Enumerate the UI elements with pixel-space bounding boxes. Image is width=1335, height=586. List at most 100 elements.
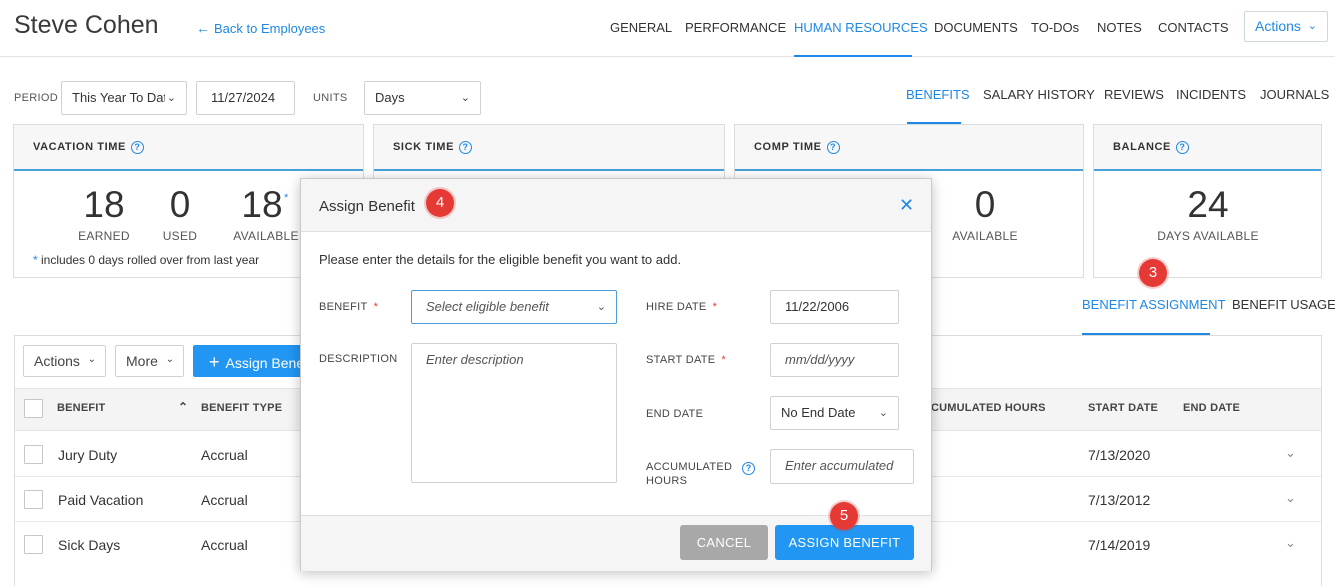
vacation-earned-value: 18 — [83, 184, 125, 225]
start-date-label-text: START DATE — [646, 354, 716, 366]
step-badge-5: 5 — [830, 502, 858, 530]
question-circle-icon[interactable]: ? — [1175, 141, 1189, 154]
chevron-down-icon: ⌄ — [596, 301, 606, 313]
benefit-field-label: BENEFIT * — [319, 301, 378, 313]
sort-asc-icon[interactable]: ⌃ — [178, 400, 188, 414]
description-textarea[interactable]: Enter description — [411, 343, 617, 483]
period-select[interactable]: This Year To Date ⌄ — [61, 81, 187, 115]
row-checkbox[interactable] — [24, 535, 43, 554]
end-date-field-label: END DATE — [646, 408, 704, 420]
required-marker: * — [712, 301, 718, 313]
units-select[interactable]: Days ⌄ — [364, 81, 481, 115]
benefit-select-placeholder: Select eligible benefit — [426, 299, 549, 314]
back-to-employees-link[interactable]: ← Back to Employees — [196, 20, 325, 36]
column-end-date[interactable]: END DATE — [1183, 402, 1240, 414]
question-circle-icon[interactable]: ? — [130, 141, 144, 154]
accumulated-hours-input[interactable]: Enter accumulated — [770, 449, 914, 484]
modal-title: Assign Benefit — [319, 198, 415, 215]
benefit-label-text: BENEFIT — [319, 301, 368, 313]
tab-benefits[interactable]: BENEFITS — [906, 87, 970, 102]
required-marker: * — [721, 354, 727, 366]
description-field-label: DESCRIPTION — [319, 353, 398, 365]
plus-icon: + — [209, 352, 220, 372]
hire-date-field-label: HIRE DATE * — [646, 301, 717, 313]
grid-actions-button[interactable]: Actions ⌄ — [23, 345, 106, 377]
accumulated-hours-label-line2: HOURS — [646, 475, 688, 487]
tab-salary-history[interactable]: SALARY HISTORY — [983, 87, 1095, 102]
nav-documents[interactable]: DOCUMENTS — [934, 20, 1018, 35]
grid-actions-label: Actions — [34, 353, 80, 369]
chevron-down-icon: ⌄ — [165, 354, 174, 365]
sick-card-header: SICK TIME? — [374, 125, 724, 171]
vacation-used-value: 0 — [169, 184, 191, 225]
chevron-down-icon[interactable]: ⌄ — [1285, 535, 1296, 551]
balance-card-header: BALANCE? — [1094, 125, 1321, 171]
actions-label: Actions — [1255, 18, 1301, 34]
chevron-down-icon: ⌄ — [87, 354, 96, 365]
row-start-date: 7/14/2019 — [1088, 537, 1151, 553]
start-date-field-label: START DATE * — [646, 354, 726, 366]
vacation-available-asterisk: * — [284, 192, 289, 204]
nav-to-dos[interactable]: TO-DOs — [1031, 20, 1079, 35]
nav-notes[interactable]: NOTES — [1097, 20, 1142, 35]
vacation-earned-label: EARNED — [78, 229, 130, 243]
nav-contacts[interactable]: CONTACTS — [1158, 20, 1229, 35]
row-checkbox[interactable] — [24, 490, 43, 509]
chevron-down-icon: ⌄ — [878, 407, 888, 419]
modal-intro-text: Please enter the details for the eligibl… — [319, 252, 682, 267]
grid-more-button[interactable]: More ⌄ — [115, 345, 184, 377]
cancel-button[interactable]: CANCEL — [680, 525, 768, 560]
tab-reviews[interactable]: REVIEWS — [1104, 87, 1164, 102]
active-nav-indicator — [794, 55, 912, 57]
question-circle-icon[interactable]: ? — [742, 462, 755, 475]
balance-value: 24 — [1187, 184, 1229, 225]
tab-benefit-usage[interactable]: BENEFIT USAGE — [1232, 297, 1335, 312]
tab-incidents[interactable]: INCIDENTS — [1176, 87, 1246, 102]
chevron-down-icon[interactable]: ⌄ — [1285, 445, 1296, 461]
back-link-label: Back to Employees — [214, 21, 326, 36]
column-accumulated-hours[interactable]: CUMULATED HOURS — [931, 402, 1046, 414]
period-date-input[interactable]: 11/27/2024 — [196, 81, 295, 115]
close-icon[interactable]: ✕ — [899, 195, 914, 216]
nav-performance[interactable]: PERFORMANCE — [685, 20, 786, 35]
end-date-select[interactable]: No End Date ⌄ — [770, 396, 899, 430]
start-date-input[interactable]: mm/dd/yyyy — [770, 343, 899, 377]
vacation-available-value: 18 — [241, 184, 283, 225]
rollover-note-star: * — [33, 253, 38, 267]
grid-more-label: More — [126, 353, 158, 369]
chevron-down-icon[interactable]: ⌄ — [1285, 490, 1296, 506]
question-circle-icon[interactable]: ? — [826, 141, 840, 154]
select-all-checkbox[interactable] — [24, 399, 43, 418]
comp-card-title: COMP TIME — [754, 141, 822, 153]
row-benefit: Jury Duty — [58, 447, 118, 463]
actions-dropdown-button[interactable]: Actions ⌄ — [1244, 11, 1328, 42]
period-value: This Year To Date — [72, 90, 175, 105]
modal-header: Assign Benefit ✕ — [301, 179, 931, 232]
column-benefit-type[interactable]: BENEFIT TYPE — [201, 402, 282, 414]
row-benefit: Paid Vacation — [58, 492, 144, 508]
step-badge-3: 3 — [1139, 259, 1167, 287]
assign-benefit-button[interactable]: ASSIGN BENEFIT — [775, 525, 914, 560]
vacation-card-header: VACATION TIME? — [14, 125, 363, 171]
comp-card-header: COMP TIME? — [735, 125, 1083, 171]
benefit-select[interactable]: Select eligible benefit ⌄ — [411, 290, 617, 324]
nav-general[interactable]: GENERAL — [610, 20, 672, 35]
tab-benefit-assignment[interactable]: BENEFIT ASSIGNMENT — [1082, 297, 1226, 312]
sick-card-title: SICK TIME — [393, 141, 455, 153]
question-circle-icon[interactable]: ? — [459, 141, 473, 154]
period-label: PERIOD — [14, 92, 58, 104]
row-benefit-type: Accrual — [201, 447, 248, 463]
tab-journals[interactable]: JOURNALS — [1260, 87, 1329, 102]
nav-human-resources[interactable]: HUMAN RESOURCES — [794, 20, 928, 35]
hire-date-input[interactable]: 11/22/2006 — [770, 290, 899, 324]
period-date-value: 11/27/2024 — [211, 90, 276, 105]
column-start-date[interactable]: START DATE — [1088, 402, 1158, 414]
row-start-date: 7/13/2012 — [1088, 492, 1151, 508]
vacation-card-title: VACATION TIME — [33, 141, 126, 153]
step-badge-4: 4 — [426, 189, 454, 217]
row-benefit-type: Accrual — [201, 537, 248, 553]
column-benefit[interactable]: BENEFIT — [57, 402, 105, 414]
row-checkbox[interactable] — [24, 445, 43, 464]
arrow-left-icon: ← — [196, 20, 210, 36]
assign-benefit-toolbar-button[interactable]: + Assign Benefit — [193, 345, 313, 377]
